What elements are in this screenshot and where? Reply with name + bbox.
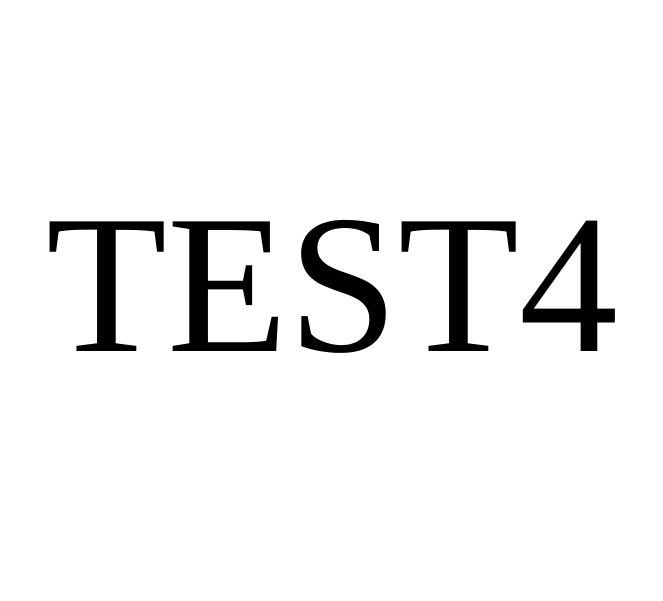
- canvas: TEST4: [0, 0, 663, 601]
- main-text: TEST4: [46, 175, 618, 394]
